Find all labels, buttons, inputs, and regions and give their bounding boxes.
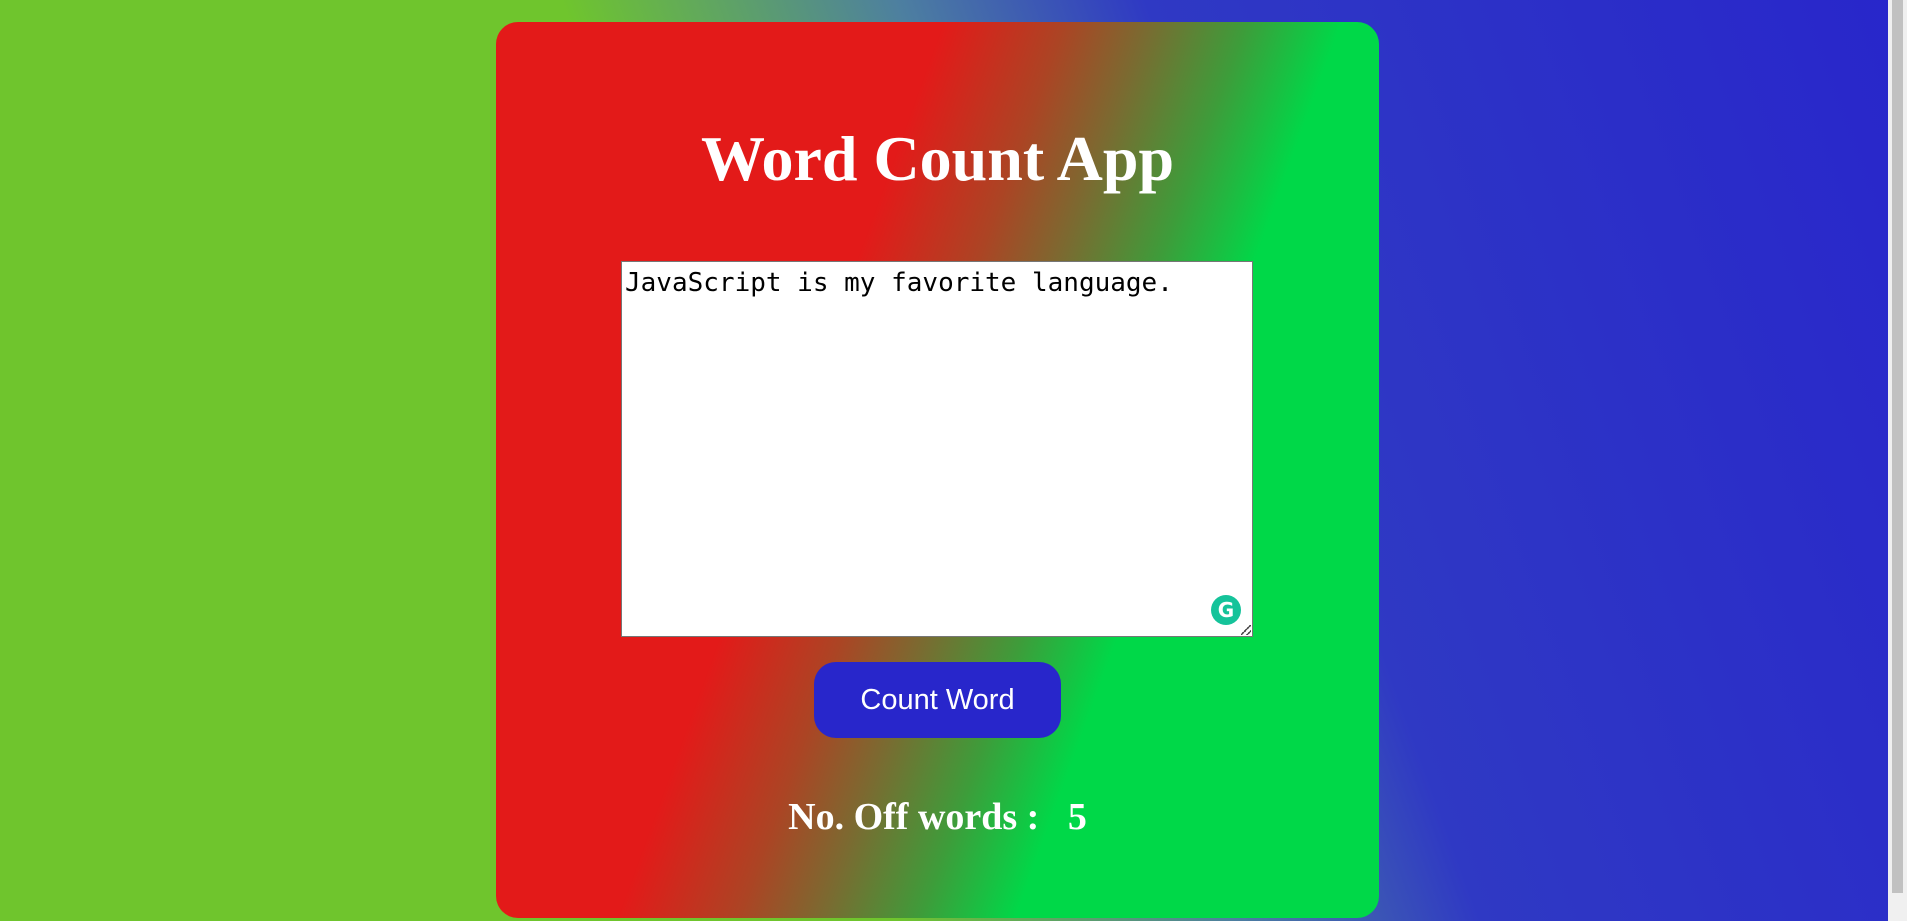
vertical-scrollbar[interactable]: [1888, 0, 1907, 921]
resize-handle-icon[interactable]: [1241, 625, 1251, 635]
text-input[interactable]: JavaScript is my favorite language.: [621, 261, 1253, 637]
word-count-result: No. Off words : 5: [496, 798, 1379, 836]
grammarly-icon[interactable]: G: [1211, 595, 1241, 625]
page-title: Word Count App: [700, 123, 1175, 194]
text-input-container: JavaScript is my favorite language. G: [621, 261, 1253, 637]
word-count-value: 5: [1067, 796, 1087, 838]
word-count-label: No. Off words :: [788, 796, 1040, 838]
count-word-button[interactable]: Count Word: [814, 662, 1061, 738]
scrollbar-thumb[interactable]: [1892, 0, 1903, 893]
app-card: Word Count App JavaScript is my favorite…: [496, 22, 1379, 918]
